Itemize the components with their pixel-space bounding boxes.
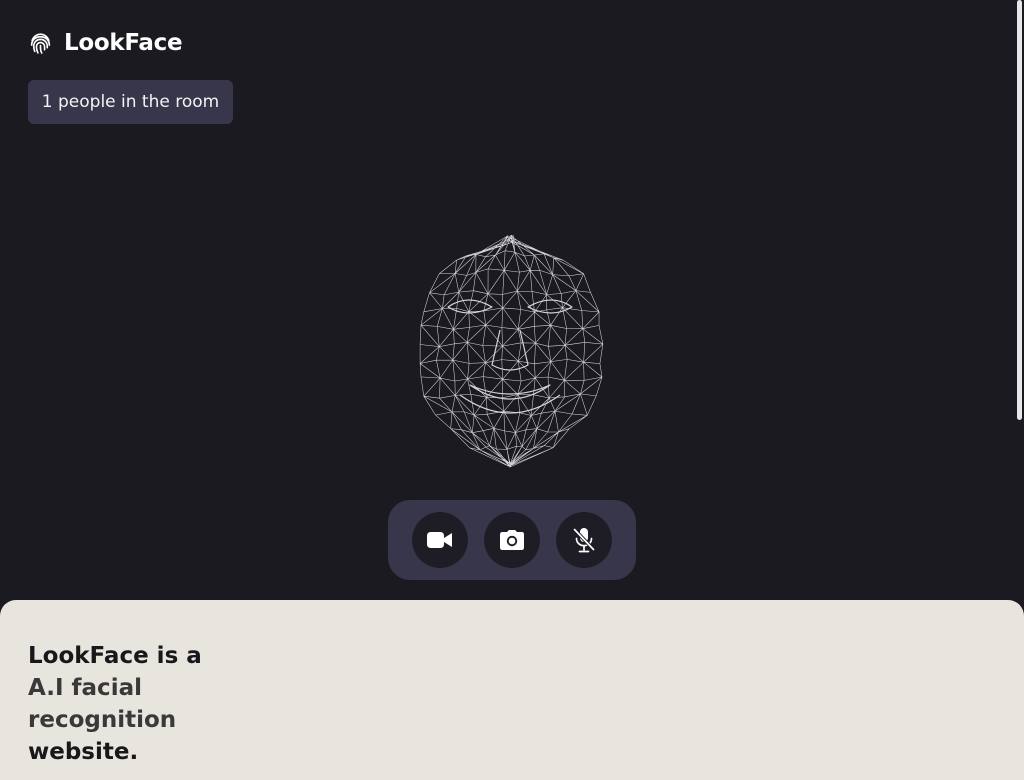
face-mesh: [419, 235, 604, 468]
fingerprint-icon: [30, 33, 51, 54]
call-controls: [388, 500, 636, 580]
app-name: LookFace: [64, 30, 183, 56]
camera-icon: [500, 530, 524, 550]
microphone-toggle-button[interactable]: [556, 512, 612, 568]
about-section: LookFace is a A.I facial recognition web…: [0, 600, 1024, 780]
camera-toggle-button[interactable]: [412, 512, 468, 568]
microphone-off-icon: [572, 527, 596, 553]
about-description: LookFace is a A.I facial recognition web…: [28, 640, 238, 768]
face-mesh-lines: [419, 235, 604, 468]
video-camera-icon: [427, 532, 452, 548]
about-highlight: A.I facial recognition: [28, 675, 177, 733]
people-count-badge: 1 people in the room: [28, 80, 233, 124]
scrollbar-thumb[interactable]: [1017, 0, 1022, 420]
about-tail: website.: [28, 739, 139, 765]
logo[interactable]: LookFace: [28, 30, 183, 56]
about-lead: LookFace is a: [28, 643, 202, 669]
snapshot-button[interactable]: [484, 512, 540, 568]
